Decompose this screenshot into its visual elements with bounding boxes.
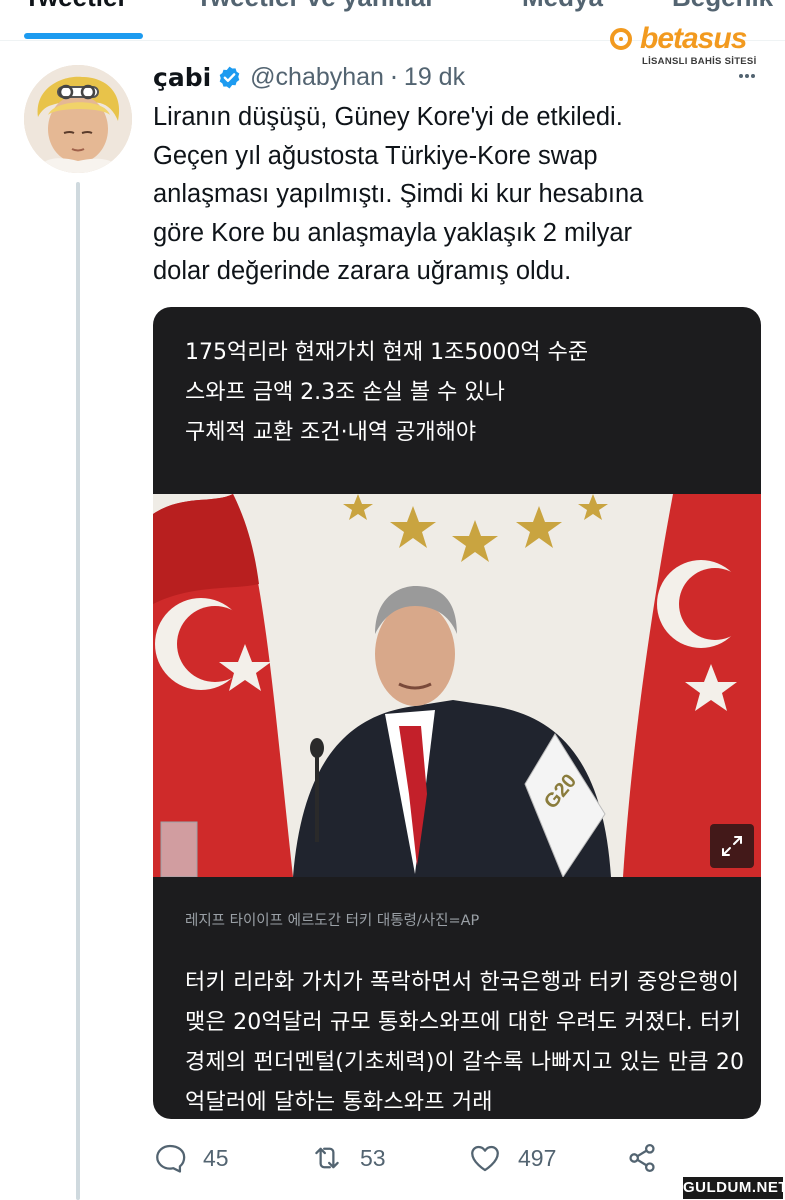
tweet-text: Liranın düşüşü, Güney Kore'yi de etkiled… xyxy=(153,103,644,285)
tweet-header: çabi @chabyhan · 19 dk xyxy=(153,60,465,94)
tweet-media-card[interactable]: 175억리라 현재가치 현재 1조5000억 수준 스와프 금액 2.3조 손실… xyxy=(153,307,761,1119)
media-article-text: 터키 리라화 가치가 폭락하면서 한국은행과 터키 중앙은행이 맺은 20억달러… xyxy=(185,970,745,1115)
author-handle[interactable]: @chabyhan xyxy=(250,63,384,92)
retweet-count: 53 xyxy=(360,1144,386,1171)
header-separator: · xyxy=(389,62,398,92)
retweet-icon xyxy=(315,1147,339,1169)
avatar-image xyxy=(24,65,132,173)
retweet-button[interactable]: 53 xyxy=(310,1138,386,1178)
reply-count: 45 xyxy=(203,1144,229,1171)
like-icon xyxy=(471,1145,499,1172)
reply-button[interactable]: 45 xyxy=(153,1138,229,1178)
site-watermark: GULDUM.NET xyxy=(683,1177,785,1199)
avatar[interactable] xyxy=(24,65,132,173)
tweet-actions: 45 53 497 xyxy=(153,1138,673,1178)
tab-tweets[interactable]: Tweetler xyxy=(24,0,128,13)
tab-tweets-replies[interactable]: Tweetler ve yanıtlar xyxy=(196,0,435,13)
photo-caption: 레지프 타이이프 에르도간 터키 대통령/사진=AP xyxy=(185,913,480,929)
more-options-icon[interactable] xyxy=(737,66,757,86)
tab-media[interactable]: Medya xyxy=(522,0,603,13)
expand-icon xyxy=(722,836,742,856)
active-tab-indicator xyxy=(24,33,143,39)
brand-name: betasus xyxy=(640,22,747,55)
like-count: 497 xyxy=(518,1144,557,1171)
media-headline: 175억리라 현재가치 현재 1조5000억 수준 스와프 금액 2.3조 손실… xyxy=(185,340,589,445)
verified-badge-icon xyxy=(219,66,240,88)
brand-logo-icon xyxy=(610,28,632,50)
share-button[interactable] xyxy=(625,1138,675,1178)
reply-icon xyxy=(156,1144,186,1173)
news-photo: G20 xyxy=(153,494,761,877)
news-photo-illustration: G20 xyxy=(153,494,761,877)
author-name[interactable]: çabi xyxy=(153,63,211,92)
tweet-timestamp[interactable]: 19 dk xyxy=(404,63,465,92)
share-icon xyxy=(629,1143,655,1173)
thread-line xyxy=(76,182,80,1200)
tab-likes[interactable]: Beğenik xyxy=(672,0,773,13)
like-button[interactable]: 497 xyxy=(468,1138,556,1178)
expand-media-button[interactable] xyxy=(710,824,754,868)
